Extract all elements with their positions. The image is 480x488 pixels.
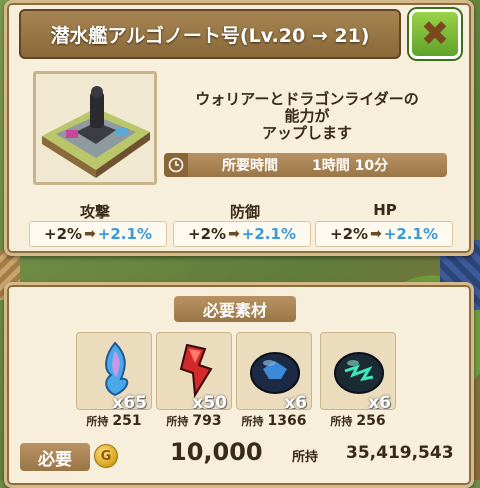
panel-title: 潜水艦アルゴノート号(Lv.20 → 21) <box>19 9 401 59</box>
stat-name-attack: 攻撃 <box>79 203 110 221</box>
owned-count-2: 所持 793 <box>166 413 222 429</box>
building-thumbnail <box>33 71 157 185</box>
time-label: 所要時間 <box>222 158 278 174</box>
material-slot-3[interactable]: x6 <box>236 332 312 413</box>
upgrade-panel: 潜水艦アルゴノート号(Lv.20 → 21) ✖ ウォリアーとドラゴンライダーの… <box>4 0 474 256</box>
upgrade-description: ウォリアーとドラゴンライダーの 能力が アップします <box>195 90 419 142</box>
material-slot-2[interactable]: x50 <box>156 332 232 413</box>
time-value: 1時間 10分 <box>312 158 389 174</box>
owned-gold-label: 所持 <box>292 450 319 465</box>
required-gold-value: 10,000 <box>170 438 263 466</box>
material-slot-1[interactable]: x65 <box>76 332 152 413</box>
stat-box-hp: +2% ➡ +2.1% <box>315 221 453 247</box>
red-crystal-icon <box>179 343 213 399</box>
time-required-bar: 所要時間 1時間 10分 <box>164 153 447 177</box>
stat-box-attack: +2% ➡ +2.1% <box>29 221 167 247</box>
stat-box-defense: +2% ➡ +2.1% <box>173 221 311 247</box>
material-quantity: x50 <box>192 393 227 413</box>
arrow-right-icon: ➡ <box>84 226 96 242</box>
close-icon: ✖ <box>420 14 450 54</box>
material-quantity: x6 <box>284 393 307 413</box>
stat-name-defense: 防御 <box>229 203 260 221</box>
close-button[interactable]: ✖ <box>409 9 461 59</box>
stat-name-hp: HP <box>373 201 397 219</box>
material-slot-4[interactable]: x6 <box>320 332 396 413</box>
owned-count-1: 所持 251 <box>86 413 142 429</box>
arrow-right-icon: ➡ <box>228 226 240 242</box>
owned-gold-value: 35,419,543 <box>346 443 454 463</box>
owned-count-3: 所持 1366 <box>241 413 307 429</box>
owned-count-4: 所持 256 <box>330 413 386 429</box>
materials-title: 必要素材 <box>174 296 296 322</box>
arrow-right-icon: ➡ <box>370 226 382 242</box>
blue-flame-icon <box>105 341 129 397</box>
dark-green-slime-icon <box>334 352 384 394</box>
material-quantity: x6 <box>368 393 391 413</box>
required-label: 必要 <box>20 443 90 471</box>
dark-blue-slime-icon <box>250 352 300 394</box>
clock-icon <box>164 153 188 177</box>
material-quantity: x65 <box>112 393 147 413</box>
gold-coin-icon: G <box>94 444 118 468</box>
